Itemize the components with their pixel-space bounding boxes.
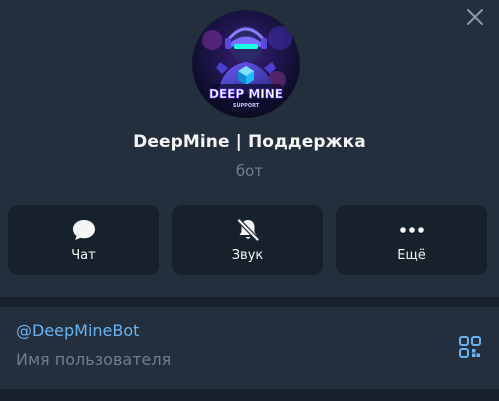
chat-button-label: Чат bbox=[71, 248, 96, 263]
avatar-logo-subtext: SUPPORT bbox=[233, 103, 260, 109]
more-button[interactable]: Ещё bbox=[336, 205, 487, 275]
qr-code-button[interactable] bbox=[458, 335, 482, 359]
profile-header-panel: DEEP MINE SUPPORT DeepMine | Поддержка б… bbox=[0, 0, 499, 297]
profile-name: DeepMine | Поддержка bbox=[133, 132, 366, 152]
chat-button[interactable]: Чат bbox=[8, 205, 159, 275]
username-link[interactable]: @DeepMineBot bbox=[16, 321, 139, 340]
more-button-label: Ещё bbox=[397, 248, 426, 263]
avatar[interactable]: DEEP MINE SUPPORT bbox=[192, 10, 300, 118]
info-panel: @DeepMineBot Имя пользователя bbox=[0, 307, 499, 389]
close-button[interactable] bbox=[460, 2, 490, 32]
more-dots-icon bbox=[399, 227, 424, 233]
sound-button-label: Звук bbox=[231, 248, 264, 263]
profile-subtitle: бот bbox=[235, 162, 264, 180]
avatar-logo-text: DEEP MINE bbox=[209, 87, 283, 101]
sound-button[interactable]: Звук bbox=[172, 205, 323, 275]
deepmine-logo-avatar: DEEP MINE SUPPORT bbox=[192, 10, 300, 118]
chat-bubble-icon bbox=[72, 220, 95, 240]
bell-muted-icon bbox=[236, 218, 260, 242]
qr-code-icon bbox=[459, 336, 481, 358]
close-icon bbox=[467, 9, 483, 25]
username-caption: Имя пользователя bbox=[16, 350, 172, 369]
